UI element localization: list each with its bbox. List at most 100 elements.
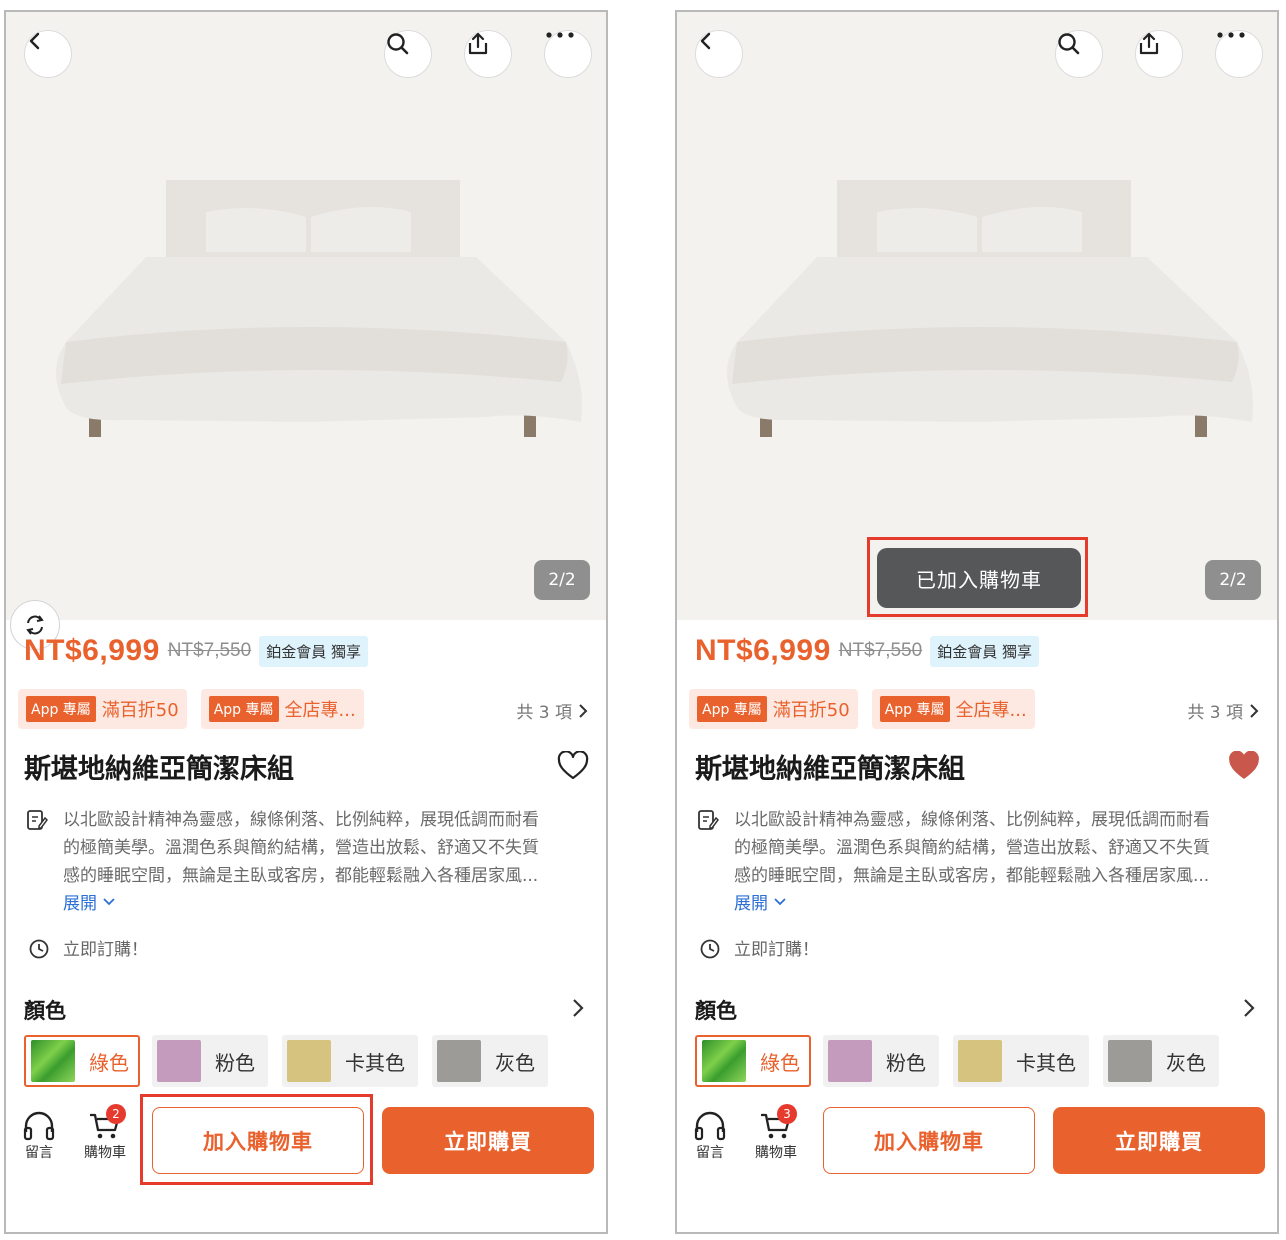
search-button[interactable] <box>1055 30 1103 78</box>
promo-text: 全店專... <box>955 700 1027 721</box>
heart-filled-icon <box>1229 750 1259 779</box>
share-icon <box>1139 32 1159 55</box>
promo-chip[interactable]: App 專屬 全店專... <box>871 689 1035 729</box>
bed-image <box>727 180 1253 437</box>
share-button[interactable] <box>1135 30 1183 78</box>
promo-total-label: 共 3 項 <box>1187 703 1243 723</box>
favorite-button[interactable] <box>556 750 590 785</box>
color-chip <box>31 1040 75 1082</box>
more-icon <box>1217 32 1245 38</box>
product-image-gallery[interactable]: 2/2 已加入購物車 <box>677 12 1277 620</box>
price-row: NT$6,999 NT$7,550 鉑金會員 獨享 <box>695 634 1039 668</box>
promo-tag: App 專屬 <box>208 696 279 722</box>
product-title: 斯堪地納維亞簡潔床組 <box>695 754 965 785</box>
promo-chip[interactable]: App 專屬 滿百折50 <box>18 689 187 729</box>
back-button[interactable] <box>695 30 743 78</box>
chat-label: 留言 <box>696 1145 724 1161</box>
color-option-green[interactable]: 綠色 <box>24 1035 140 1087</box>
sale-price: NT$6,999 <box>24 634 160 667</box>
promo-total-link[interactable]: 共 3 項 <box>1187 698 1259 723</box>
more-icon <box>546 32 574 38</box>
back-button[interactable] <box>24 30 72 78</box>
expand-label: 展開 <box>734 894 768 914</box>
headset-icon <box>694 1111 726 1141</box>
color-label: 卡其色 <box>1016 1050 1076 1075</box>
headset-icon <box>23 1111 55 1141</box>
color-option-pink[interactable]: 粉色 <box>823 1035 939 1087</box>
promo-tag: App 專屬 <box>697 696 767 722</box>
promo-total-link[interactable]: 共 3 項 <box>516 698 588 723</box>
promo-chip[interactable]: App 專屬 滿百折50 <box>689 689 858 729</box>
clock-icon <box>29 939 49 959</box>
chevron-right-icon <box>1250 703 1259 718</box>
member-badge: 鉑金會員 獨享 <box>930 635 1039 667</box>
search-icon <box>387 33 409 55</box>
product-image-gallery[interactable]: 2/2 <box>6 12 606 620</box>
phone-screen-before: 2/2 NT$6,999 NT$7,550 鉑金會員 獨享 App 專屬 滿百折… <box>4 10 608 1234</box>
expand-link[interactable]: 展開 <box>63 889 115 914</box>
color-option-khaki[interactable]: 卡其色 <box>282 1035 418 1087</box>
edit-note-icon <box>698 810 719 830</box>
product-description: 以北歐設計精神為靈感，線條俐落、比例純粹，展現低調而耐看 的極簡美學。溫潤色系與… <box>63 810 539 886</box>
cart-button[interactable]: 3 購物車 <box>755 1104 797 1162</box>
color-option-pink[interactable]: 粉色 <box>152 1035 268 1087</box>
color-section-title: 顏色 <box>24 999 66 1023</box>
search-icon <box>1058 33 1080 55</box>
color-chip <box>287 1040 331 1082</box>
expand-label: 展開 <box>63 894 97 914</box>
color-chip <box>437 1040 481 1082</box>
cart-button[interactable]: 2 購物車 <box>84 1104 126 1162</box>
chevron-right-icon <box>579 703 588 718</box>
phone-screen-after: 2/2 已加入購物車 NT$6,999 NT$7,550 鉑金會員 獨享 App… <box>675 10 1279 1234</box>
product-title: 斯堪地納維亞簡潔床組 <box>24 754 294 785</box>
more-button[interactable] <box>544 30 592 78</box>
member-badge: 鉑金會員 獨享 <box>259 635 368 667</box>
promo-row[interactable]: App 專屬 滿百折50 App 專屬 全店專... <box>689 689 1035 729</box>
price-row: NT$6,999 NT$7,550 鉑金會員 獨享 <box>24 634 368 668</box>
favorite-button[interactable] <box>1227 750 1261 785</box>
color-option-gray[interactable]: 灰色 <box>432 1035 548 1087</box>
color-chip <box>828 1040 872 1082</box>
chat-button[interactable]: 留言 <box>693 1110 727 1162</box>
back-icon <box>29 32 40 50</box>
promo-chip[interactable]: App 專屬 全店專... <box>200 689 364 729</box>
original-price: NT$7,550 <box>167 640 252 661</box>
color-option-gray[interactable]: 灰色 <box>1103 1035 1219 1087</box>
chat-button[interactable]: 留言 <box>22 1110 56 1162</box>
image-counter: 2/2 <box>534 560 590 600</box>
more-button[interactable] <box>1215 30 1263 78</box>
original-price: NT$7,550 <box>838 640 923 661</box>
expand-link[interactable]: 展開 <box>734 889 786 914</box>
bed-image <box>56 180 582 437</box>
search-button[interactable] <box>384 30 432 78</box>
share-icon <box>468 32 488 55</box>
color-label: 卡其色 <box>345 1050 405 1075</box>
chevron-right-icon[interactable] <box>572 998 584 1018</box>
promo-tag: App 專屬 <box>26 696 96 722</box>
share-button[interactable] <box>464 30 512 78</box>
chevron-down-icon <box>103 897 115 905</box>
color-chip <box>702 1040 746 1082</box>
buy-now-button[interactable]: 立即購買 <box>1053 1107 1265 1174</box>
order-now-text: 立即訂購！ <box>734 940 819 960</box>
chat-label: 留言 <box>25 1145 53 1161</box>
product-description: 以北歐設計精神為靈感，線條俐落、比例純粹，展現低調而耐看 的極簡美學。溫潤色系與… <box>734 810 1210 886</box>
buy-now-button[interactable]: 立即購買 <box>382 1107 594 1174</box>
chevron-right-icon[interactable] <box>1243 998 1255 1018</box>
edit-note-icon <box>27 810 48 830</box>
color-label: 灰色 <box>1166 1050 1206 1075</box>
promo-total-label: 共 3 項 <box>516 703 572 723</box>
color-option-green[interactable]: 綠色 <box>695 1035 811 1087</box>
order-now-text: 立即訂購！ <box>63 940 148 960</box>
highlight-toast <box>867 537 1088 617</box>
color-label: 綠色 <box>89 1050 129 1075</box>
add-to-cart-button[interactable]: 加入購物車 <box>823 1107 1035 1174</box>
color-chip <box>1108 1040 1152 1082</box>
color-option-khaki[interactable]: 卡其色 <box>953 1035 1089 1087</box>
promo-text: 滿百折50 <box>772 700 850 721</box>
promo-row[interactable]: App 專屬 滿百折50 App 專屬 全店專... <box>18 689 364 729</box>
image-counter: 2/2 <box>1205 560 1261 600</box>
color-section-title: 顏色 <box>695 999 737 1023</box>
sale-price: NT$6,999 <box>695 634 831 667</box>
heart-outline-icon <box>557 750 589 780</box>
